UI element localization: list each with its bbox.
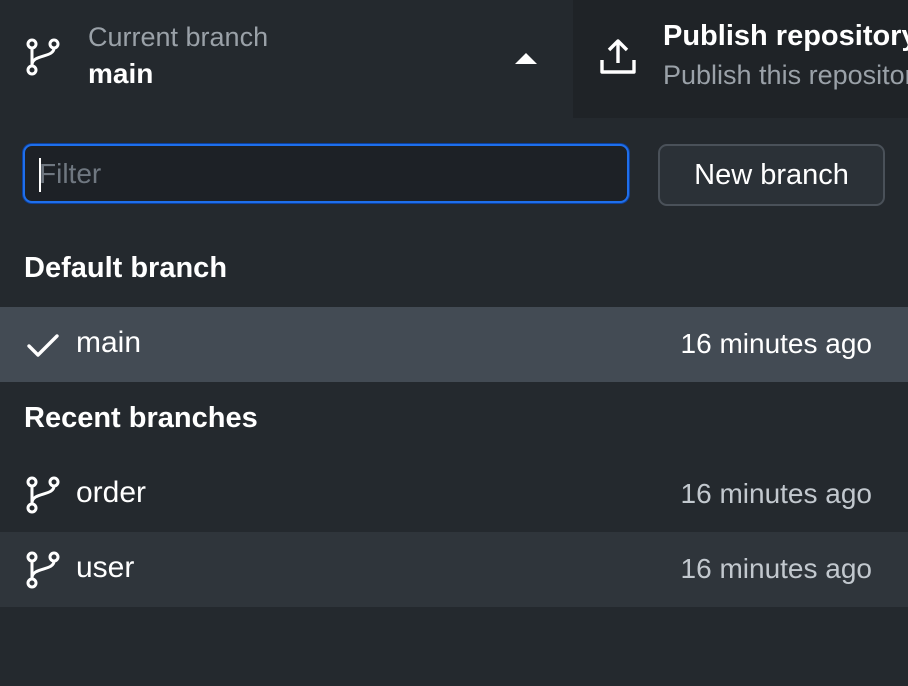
branch-row-order[interactable]: order 16 minutes ago	[0, 457, 908, 532]
upload-icon	[600, 39, 636, 74]
branch-row-main[interactable]: main 16 minutes ago	[0, 307, 908, 382]
branch-name: order	[76, 476, 147, 509]
git-branch-icon	[26, 551, 60, 589]
git-branch-icon	[26, 38, 60, 76]
branch-row-user[interactable]: user 16 minutes ago	[0, 532, 908, 607]
branch-time: 16 minutes ago	[680, 553, 872, 584]
new-branch-button[interactable]: New branch	[658, 144, 885, 206]
branch-name: user	[76, 551, 135, 584]
branch-filter-input[interactable]	[23, 144, 629, 203]
text-cursor	[39, 158, 41, 192]
recent-branches-header: Recent branches	[24, 402, 258, 434]
current-branch-value: main	[88, 58, 154, 89]
publish-title: Publish repository	[663, 20, 908, 52]
toolbar: Current branch main Publish repository P…	[0, 0, 908, 118]
publish-repository-button[interactable]: Publish repository Publish this reposito…	[573, 0, 908, 118]
current-branch-label: Current branch	[88, 22, 269, 52]
branch-time: 16 minutes ago	[680, 478, 872, 509]
branch-time: 16 minutes ago	[680, 328, 872, 359]
current-branch-button[interactable]: Current branch main	[0, 0, 572, 118]
default-branch-header: Default branch	[24, 252, 228, 284]
caret-up-icon	[515, 53, 537, 64]
branch-dropdown-window: Current branch main Publish repository P…	[0, 0, 908, 686]
check-icon	[27, 334, 59, 357]
publish-subtitle: Publish this repository	[663, 60, 908, 90]
branch-name: main	[76, 326, 142, 359]
git-branch-icon	[26, 476, 60, 514]
